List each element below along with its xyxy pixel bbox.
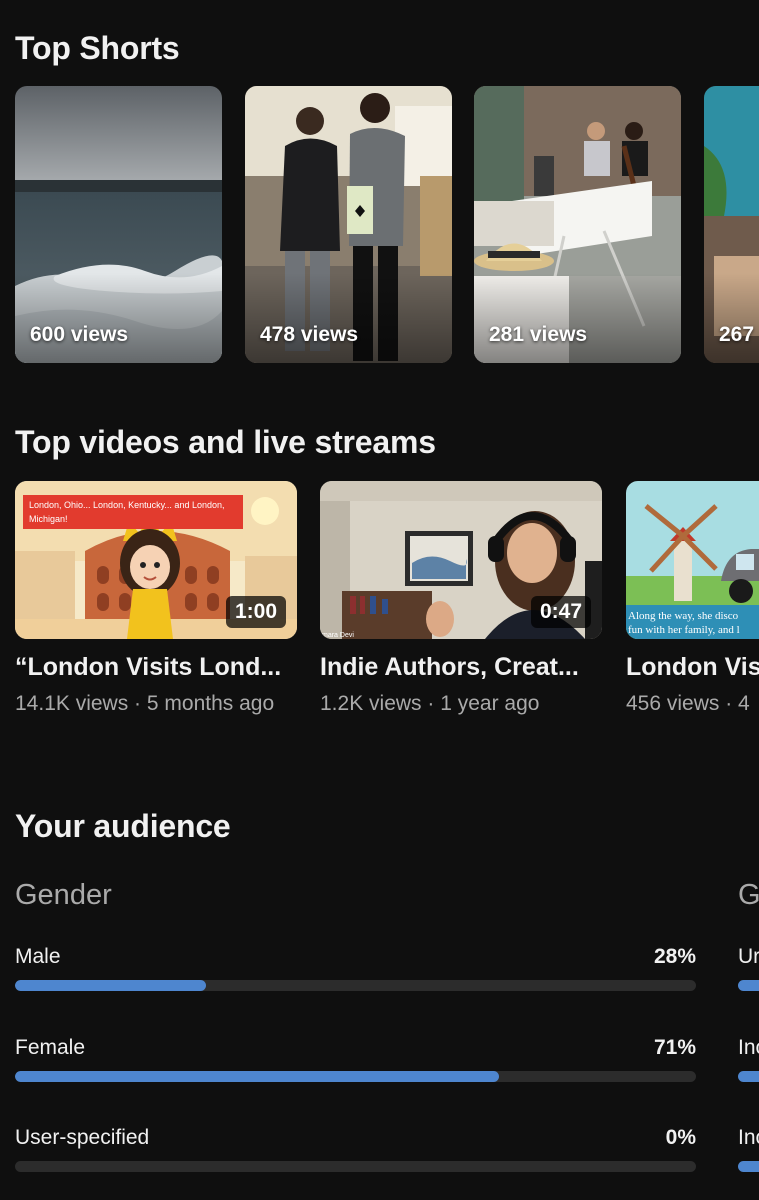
video-card[interactable]: mara Devi 0:47 Indie Authors, Creat... 1… <box>320 481 602 718</box>
video-duration: 0:47 <box>530 596 591 628</box>
video-card[interactable]: Along the way, she disco fun with her fa… <box>626 481 759 718</box>
peek-label: Inc <box>738 1126 759 1149</box>
video-meta: 456 views · 4 <box>626 692 750 715</box>
thumbnail-shade <box>704 273 759 363</box>
peek-bar <box>738 1071 759 1082</box>
short-card[interactable]: 267 <box>704 86 759 363</box>
video-title[interactable]: Indie Authors, Creat... <box>320 653 602 682</box>
percent-bar-track <box>15 1161 696 1172</box>
svg-text:Michigan!: Michigan! <box>29 514 68 524</box>
thumbnail-shade <box>245 273 452 363</box>
thumbnail-shade <box>474 273 681 363</box>
video-title[interactable]: London Vis <box>626 653 759 682</box>
video-duration: 1:00 <box>225 596 286 628</box>
top-shorts-heading: Top Shorts <box>15 30 180 66</box>
short-card[interactable]: 478 views <box>245 86 452 363</box>
analytics-page: Top Shorts 600 views 478 views 281 views… <box>0 0 759 1200</box>
svg-text:Along the way, she disco: Along the way, she disco <box>628 610 739 622</box>
peek-bar <box>738 1161 759 1172</box>
svg-text:fun with her family, and l: fun with her family, and l <box>628 624 740 636</box>
percent-bar-fill <box>15 980 206 991</box>
shorts-carousel[interactable]: 600 views 478 views 281 views 267 <box>15 86 759 364</box>
gender-label: Female <box>15 1036 86 1059</box>
percent-bar-track <box>15 980 696 991</box>
gender-row-male: Male 28% <box>15 945 696 991</box>
gender-percent: 71% <box>653 1036 696 1059</box>
thumbnail-shade <box>15 273 222 363</box>
windmill-thumbnail: Along the way, she disco fun with her fa… <box>626 481 759 639</box>
gender-row-user-specified: User-specified 0% <box>15 1126 696 1172</box>
gender-percent: 0% <box>665 1126 696 1149</box>
short-views: 267 <box>719 323 755 346</box>
peek-label: Ur <box>738 945 759 968</box>
peek-bar <box>738 980 759 991</box>
video-thumbnail[interactable]: London, Ohio... London, Kentucky... and … <box>15 481 297 639</box>
thumb-caption: London, Ohio... London, Kentucky... and … <box>29 500 224 510</box>
short-card[interactable]: 281 views <box>474 86 681 363</box>
video-thumbnail[interactable]: mara Devi 0:47 <box>320 481 602 639</box>
second-card-heading: G <box>738 879 759 911</box>
thumb-caption: mara Devi <box>322 632 354 639</box>
peek-label: Inc <box>738 1036 759 1059</box>
short-views: 478 views <box>260 323 359 346</box>
percent-bar-fill <box>15 1071 499 1082</box>
gender-percent: 28% <box>653 945 696 968</box>
video-title[interactable]: “London Visits Lond... <box>15 653 297 682</box>
short-card[interactable]: 600 views <box>15 86 222 363</box>
short-views: 281 views <box>489 323 588 346</box>
audience-heading: Your audience <box>15 808 231 844</box>
video-meta: 1.2K views · 1 year ago <box>320 692 540 715</box>
gender-heading: Gender <box>15 879 112 911</box>
gender-label: Male <box>15 945 61 968</box>
percent-bar-track <box>15 1071 696 1082</box>
video-thumbnail[interactable]: Along the way, she disco fun with her fa… <box>626 481 759 639</box>
video-card[interactable]: London, Ohio... London, Kentucky... and … <box>15 481 297 718</box>
gender-label: User-specified <box>15 1126 150 1149</box>
top-videos-heading: Top videos and live streams <box>15 424 436 460</box>
gender-row-female: Female 71% <box>15 1036 696 1082</box>
video-meta: 14.1K views · 5 months ago <box>15 692 275 715</box>
short-views: 600 views <box>30 323 129 346</box>
